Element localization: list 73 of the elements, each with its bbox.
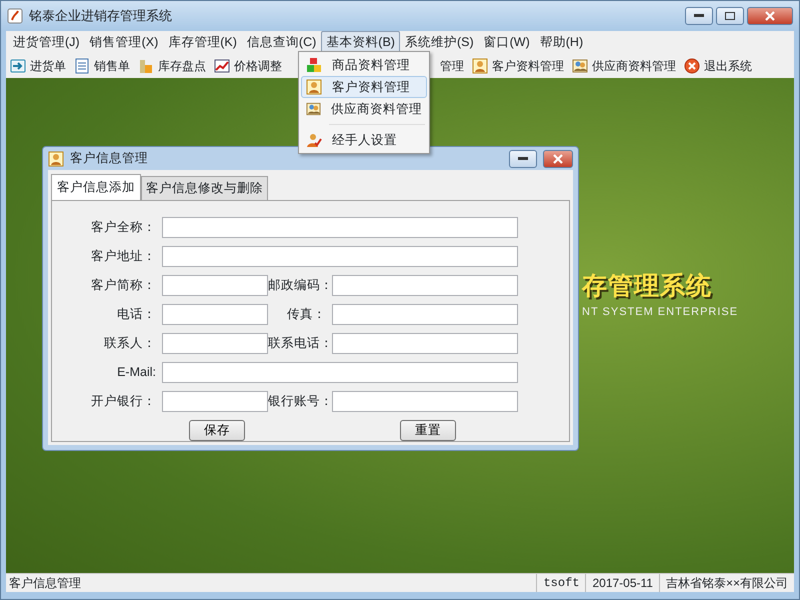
minimize-button[interactable]: [685, 7, 713, 25]
menu-item[interactable]: 库存管理(K): [163, 30, 242, 54]
field-label: 银行账号：: [268, 393, 332, 410]
minimize-icon: [518, 156, 528, 161]
menu-entry[interactable]: 客户资料管理: [301, 76, 427, 98]
field-label: 联系人：: [103, 335, 157, 352]
input-field[interactable]: [332, 333, 518, 354]
tab[interactable]: 客户信息修改与删除: [141, 176, 268, 200]
input-field[interactable]: [162, 362, 518, 383]
toolbar-button[interactable]: 退出系统: [704, 56, 752, 74]
menu-item[interactable]: 系统维护(S): [400, 30, 479, 54]
input-field[interactable]: [162, 333, 268, 354]
toolbar-button[interactable]: 销售单: [94, 56, 130, 74]
window-title: 铭泰企业进销存管理系统: [29, 7, 173, 26]
toolbar-button[interactable]: 库存盘点: [158, 56, 206, 74]
field-label: 电话：: [116, 306, 157, 324]
maximize-button[interactable]: [716, 7, 744, 25]
status-text: 吉林省铭泰××有限公司: [658, 574, 794, 592]
input-field[interactable]: [162, 304, 268, 325]
field-label: 联系电话：: [268, 335, 332, 352]
field-label: 邮政编码：: [268, 277, 332, 294]
status-text: 客户信息管理: [8, 575, 82, 592]
close-button[interactable]: [747, 7, 793, 25]
minimize-icon: [694, 14, 704, 18]
tab[interactable]: 客户信息添加: [51, 174, 141, 200]
close-icon[interactable]: [684, 58, 700, 74]
close-icon: [553, 154, 563, 164]
menu-entry[interactable]: 供应商资料管理: [301, 98, 427, 120]
dialog-title: 客户信息管理: [70, 150, 149, 168]
menu-item[interactable]: 帮助(H): [534, 30, 588, 54]
field-label: 客户全称：: [90, 219, 157, 236]
input-field[interactable]: [162, 275, 268, 296]
status-text: tsoft: [536, 574, 586, 592]
person-icon: [306, 79, 322, 95]
maximize-icon: [725, 12, 735, 20]
input-field[interactable]: [332, 391, 518, 412]
close-icon: [765, 11, 775, 21]
logo-title: 存管理系统: [582, 271, 713, 302]
field-label: 开户银行：: [90, 393, 157, 410]
person-check-icon: [306, 132, 322, 148]
toolbar-button[interactable]: 进货单: [30, 56, 66, 74]
input-field[interactable]: [162, 391, 268, 412]
toolbar-button[interactable]: 供应商资料管理: [592, 56, 676, 74]
person-icon[interactable]: [472, 58, 488, 74]
people-icon[interactable]: [572, 58, 588, 74]
menu-entry[interactable]: 经手人设置: [301, 129, 427, 151]
menu-item[interactable]: 窗口(W): [478, 30, 535, 54]
logo-subtitle: NT SYSTEM ENTERPRISE: [582, 304, 738, 320]
person-icon: [48, 150, 64, 167]
menu-item[interactable]: 信息查询(C): [242, 30, 322, 54]
field-label: 传真：: [286, 306, 327, 324]
document-icon[interactable]: [74, 58, 90, 74]
dialog-button[interactable]: 保存: [189, 420, 245, 441]
status-text: 2017-05-11: [585, 574, 659, 592]
blocks-icon: [306, 57, 322, 73]
input-field[interactable]: [332, 304, 518, 325]
close-button[interactable]: [543, 150, 573, 168]
menu-item[interactable]: 进货管理(J): [8, 30, 85, 54]
toolbar-button[interactable]: 客户资料管理: [492, 56, 564, 74]
boxes-icon[interactable]: [138, 58, 154, 74]
minimize-button[interactable]: [509, 150, 537, 168]
field-label: 客户简称：: [90, 277, 157, 294]
toolbar-button[interactable]: 价格调整: [234, 56, 282, 74]
dialog-button[interactable]: 重置: [400, 420, 456, 441]
input-field[interactable]: [162, 246, 518, 267]
people-icon: [306, 101, 321, 117]
input-field[interactable]: [332, 275, 518, 296]
field-label: 客户地址：: [90, 248, 157, 266]
menu-entry[interactable]: 商品资料管理: [301, 54, 427, 76]
field-label: E-Mail:: [116, 364, 157, 382]
chart-icon[interactable]: [214, 58, 230, 74]
input-field[interactable]: [162, 217, 518, 238]
menu-item[interactable]: 销售管理(X): [84, 30, 164, 54]
